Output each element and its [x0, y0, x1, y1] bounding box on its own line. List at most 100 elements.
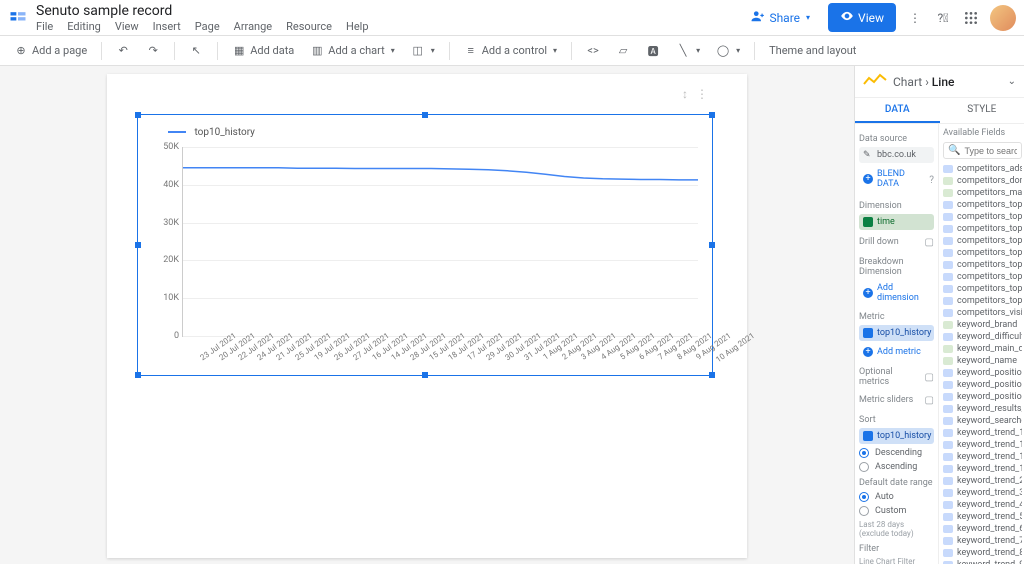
dimension-chip[interactable]: time: [859, 214, 934, 230]
field-keyword_results_coun[interactable]: keyword_results_coun: [943, 403, 1022, 415]
image-button[interactable]: ▱: [610, 42, 636, 60]
field-keyword_trend_8[interactable]: keyword_trend_8: [943, 547, 1022, 559]
menu-resource[interactable]: Resource: [286, 20, 332, 33]
menu-arrange[interactable]: Arrange: [234, 20, 272, 33]
apps-icon[interactable]: [962, 9, 980, 27]
field-keyword_position_yes[interactable]: keyword_position_yes: [943, 391, 1022, 403]
resize-handle[interactable]: [422, 372, 428, 378]
field-keyword_trend_5[interactable]: keyword_trend_5: [943, 511, 1022, 523]
community-viz-button[interactable]: ◫▾: [405, 42, 441, 60]
user-avatar[interactable]: [990, 5, 1016, 31]
resize-handle[interactable]: [135, 242, 141, 248]
selected-chart[interactable]: ↕ ⋮ top10_history 010K20K30K40K50K23 Jul…: [137, 114, 713, 376]
sort-ascending-radio[interactable]: Ascending: [859, 462, 934, 472]
field-competitors_visibility[interactable]: competitors_visibility: [943, 307, 1022, 319]
canvas-workspace[interactable]: ↕ ⋮ top10_history 010K20K30K40K50K23 Jul…: [0, 66, 854, 564]
date-auto-radio[interactable]: Auto: [859, 492, 934, 502]
theme-layout-button[interactable]: Theme and layout: [763, 42, 862, 59]
expand-panel-icon[interactable]: ⌄: [1008, 76, 1016, 87]
radio-icon: [859, 448, 869, 458]
toggle-icon[interactable]: ▢: [925, 237, 934, 248]
help-icon[interactable]: ?⃝: [934, 9, 952, 27]
field-competitors_top50_di[interactable]: competitors_top50_di: [943, 283, 1022, 295]
field-search[interactable]: 🔍: [943, 142, 1022, 159]
field-competitors_top10_ol[interactable]: competitors_top10_ol: [943, 223, 1022, 235]
add-data-button[interactable]: ▦ Add data: [226, 42, 300, 60]
data-source-chip[interactable]: ✎ bbc.co.uk: [859, 147, 934, 163]
field-keyword_trend_2[interactable]: keyword_trend_2: [943, 475, 1022, 487]
menu-view[interactable]: View: [115, 20, 139, 33]
field-keyword_trend_4[interactable]: keyword_trend_4: [943, 499, 1022, 511]
field-keyword_trend_6[interactable]: keyword_trend_6: [943, 523, 1022, 535]
field-keyword_trend_7[interactable]: keyword_trend_7: [943, 535, 1022, 547]
menu-file[interactable]: File: [36, 20, 53, 33]
field-keyword_trend_12[interactable]: keyword_trend_12: [943, 463, 1022, 475]
embed-button[interactable]: <>: [580, 42, 606, 60]
menu-insert[interactable]: Insert: [153, 20, 181, 33]
field-keyword_trend_3[interactable]: keyword_trend_3: [943, 487, 1022, 499]
text-button[interactable]: 🅰: [640, 42, 666, 60]
field-competitors_top3_diff[interactable]: competitors_top3_diff: [943, 247, 1022, 259]
field-keyword_brand[interactable]: keyword_brand: [943, 319, 1022, 331]
toggle-icon[interactable]: ▢: [925, 372, 934, 383]
chart-type-icon[interactable]: [863, 72, 887, 91]
menu-help[interactable]: Help: [346, 20, 369, 33]
field-competitors_ads_equ[interactable]: competitors_ads_equ: [943, 163, 1022, 175]
field-competitors_top3_old[interactable]: competitors_top3_old: [943, 259, 1022, 271]
field-search-input[interactable]: [964, 146, 1017, 156]
numeric-type-icon: [943, 297, 953, 305]
add-page-button[interactable]: ⊕ Add a page: [8, 42, 93, 60]
toggle-icon[interactable]: ▢: [925, 395, 934, 406]
document-title[interactable]: Senuto sample record: [36, 3, 369, 19]
sort-descending-radio[interactable]: Descending: [859, 448, 934, 458]
resize-handle[interactable]: [135, 112, 141, 118]
blend-data-button[interactable]: + BLEND DATA: [859, 166, 929, 192]
field-keyword_trend_10[interactable]: keyword_trend_10: [943, 439, 1022, 451]
metric-chip[interactable]: top10_history: [859, 325, 934, 341]
field-competitors_main_do[interactable]: competitors_main_do: [943, 187, 1022, 199]
field-keyword_searches[interactable]: keyword_searches: [943, 415, 1022, 427]
field-keyword_trend_9[interactable]: keyword_trend_9: [943, 559, 1022, 564]
select-tool-button[interactable]: ↖: [183, 42, 209, 60]
field-competitors_top50_ol[interactable]: competitors_top50_ol: [943, 295, 1022, 307]
add-metric-button[interactable]: + Add metric: [859, 344, 934, 360]
tab-data[interactable]: DATA: [855, 98, 940, 123]
share-button[interactable]: Share ▾: [743, 5, 818, 30]
field-keyword_trend_1[interactable]: keyword_trend_1: [943, 427, 1022, 439]
add-dimension-button[interactable]: + Add dimension: [859, 280, 934, 306]
field-competitors_domain_[interactable]: competitors_domain_: [943, 175, 1022, 187]
resize-handle[interactable]: [135, 372, 141, 378]
resize-handle[interactable]: [709, 372, 715, 378]
view-button[interactable]: View: [828, 3, 896, 32]
resize-handle[interactable]: [422, 112, 428, 118]
redo-button[interactable]: ↷: [140, 42, 166, 60]
info-icon[interactable]: ?: [929, 175, 934, 186]
field-competitors_top10_di[interactable]: competitors_top10_di: [943, 211, 1022, 223]
field-competitors_top3[interactable]: competitors_top3: [943, 235, 1022, 247]
resize-handle[interactable]: [709, 112, 715, 118]
chart-sort-icon[interactable]: ↕: [682, 87, 688, 101]
more-options-icon[interactable]: ⋮: [906, 9, 924, 27]
field-competitors_top10[interactable]: competitors_top10: [943, 199, 1022, 211]
field-keyword_main_domai[interactable]: keyword_main_domai: [943, 343, 1022, 355]
sort-field-chip[interactable]: top10_history: [859, 428, 934, 444]
undo-button[interactable]: ↶: [110, 42, 136, 60]
field-keyword_position_pre[interactable]: keyword_position_pre: [943, 379, 1022, 391]
shape-button[interactable]: ◯▾: [710, 42, 746, 60]
report-page[interactable]: ↕ ⋮ top10_history 010K20K30K40K50K23 Jul…: [107, 74, 747, 558]
date-custom-radio[interactable]: Custom: [859, 506, 934, 516]
menu-page[interactable]: Page: [195, 20, 220, 33]
section-filter: Filter: [859, 544, 934, 554]
add-chart-button[interactable]: ▥ Add a chart ▾: [304, 42, 400, 60]
add-control-button[interactable]: ≡ Add a control ▾: [458, 42, 563, 60]
chart-more-icon[interactable]: ⋮: [696, 87, 708, 101]
tab-style[interactable]: STYLE: [940, 98, 1024, 123]
field-keyword_position[interactable]: keyword_position: [943, 367, 1022, 379]
field-keyword_difficulty[interactable]: keyword_difficulty: [943, 331, 1022, 343]
menu-editing[interactable]: Editing: [67, 20, 101, 33]
field-keyword_name[interactable]: keyword_name: [943, 355, 1022, 367]
line-button[interactable]: ╲▾: [670, 42, 706, 60]
field-competitors_top50[interactable]: competitors_top50: [943, 271, 1022, 283]
resize-handle[interactable]: [709, 242, 715, 248]
field-keyword_trend_11[interactable]: keyword_trend_11: [943, 451, 1022, 463]
